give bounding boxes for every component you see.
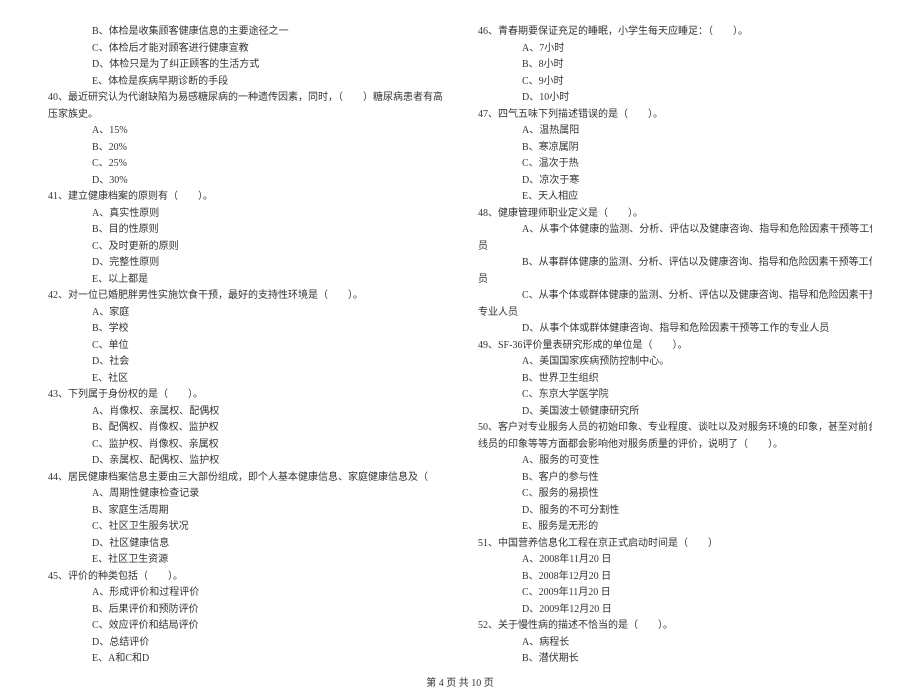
option: B、后果评价和预防评价 bbox=[48, 602, 442, 619]
left-column: B、体检是收集顾客健康信息的主要途径之一 C、体检后才能对顾客进行健康宣教 D、… bbox=[48, 24, 442, 668]
option: D、凉次于寒 bbox=[478, 173, 872, 190]
option: A、15% bbox=[48, 123, 442, 140]
option: A、真实性原则 bbox=[48, 206, 442, 223]
option: A、肖像权、亲属权、配偶权 bbox=[48, 404, 442, 421]
option: E、以上都是 bbox=[48, 272, 442, 289]
option: A、周期性健康检查记录 bbox=[48, 486, 442, 503]
option: C、效应评价和结局评价 bbox=[48, 618, 442, 635]
option: B、潜伏期长 bbox=[478, 651, 872, 668]
question-46-stem: 46、青春期要保证充足的睡眠，小学生每天应睡足：（ ）。 bbox=[478, 24, 872, 41]
option: E、社区 bbox=[48, 371, 442, 388]
question-45-stem: 45、评价的种类包括（ ）。 bbox=[48, 569, 442, 586]
option: B、20% bbox=[48, 140, 442, 157]
option: B、世界卫生组织 bbox=[478, 371, 872, 388]
option: B、8小时 bbox=[478, 57, 872, 74]
option: D、30% bbox=[48, 173, 442, 190]
option: C、25% bbox=[48, 156, 442, 173]
option: A、服务的可变性 bbox=[478, 453, 872, 470]
option: D、社区健康信息 bbox=[48, 536, 442, 553]
option: E、体检是疾病早期诊断的手段 bbox=[48, 74, 442, 91]
option-cont: 专业人员 bbox=[478, 305, 872, 322]
option: B、2008年12月20 日 bbox=[478, 569, 872, 586]
option: D、亲属权、配偶权、监护权 bbox=[48, 453, 442, 470]
option: C、体检后才能对顾客进行健康宣教 bbox=[48, 41, 442, 58]
option: C、温次于热 bbox=[478, 156, 872, 173]
page-content: B、体检是收集顾客健康信息的主要途径之一 C、体检后才能对顾客进行健康宣教 D、… bbox=[48, 24, 872, 668]
question-42-stem: 42、对一位已婚肥胖男性实施饮食干预，最好的支持性环境是（ ）。 bbox=[48, 288, 442, 305]
option: D、美国波士顿健康研究所 bbox=[478, 404, 872, 421]
question-50-stem: 50、客户对专业服务人员的初始印象、专业程度、谈吐以及对服务环境的印象，甚至对前… bbox=[478, 420, 872, 437]
question-40-stem-cont: 压家族史。 bbox=[48, 107, 442, 124]
option: B、配偶权、肖像权、监护权 bbox=[48, 420, 442, 437]
option: C、及时更新的原则 bbox=[48, 239, 442, 256]
option: B、学校 bbox=[48, 321, 442, 338]
question-50-stem-cont: 线员的印象等等方面都会影响他对服务质量的评价，说明了（ ）。 bbox=[478, 437, 872, 454]
option: D、体检只是为了纠正顾客的生活方式 bbox=[48, 57, 442, 74]
page-footer: 第 4 页 共 10 页 bbox=[48, 668, 872, 692]
option: E、A和C和D bbox=[48, 651, 442, 668]
option: C、社区卫生服务状况 bbox=[48, 519, 442, 536]
question-51-stem: 51、中国营养信息化工程在京正式启动时间是（ ） bbox=[478, 536, 872, 553]
option: A、2008年11月20 日 bbox=[478, 552, 872, 569]
question-47-stem: 47、四气五味下列描述错误的是（ ）。 bbox=[478, 107, 872, 124]
option: A、家庭 bbox=[48, 305, 442, 322]
question-41-stem: 41、建立健康档案的原则有（ ）。 bbox=[48, 189, 442, 206]
option-cont: 员 bbox=[478, 239, 872, 256]
option: C、从事个体或群体健康的监测、分析、评估以及健康咨询、指导和危险因素干预等工作的 bbox=[478, 288, 872, 305]
option: E、服务是无形的 bbox=[478, 519, 872, 536]
question-44-stem: 44、居民健康档案信息主要由三大部份组成，即个人基本健康信息、家庭健康信息及（ … bbox=[48, 470, 442, 487]
option: B、体检是收集顾客健康信息的主要途径之一 bbox=[48, 24, 442, 41]
option: D、从事个体或群体健康咨询、指导和危险因素干预等工作的专业人员 bbox=[478, 321, 872, 338]
option: D、服务的不可分割性 bbox=[478, 503, 872, 520]
option: C、9小时 bbox=[478, 74, 872, 91]
option: A、形成评价和过程评价 bbox=[48, 585, 442, 602]
option: A、美国国家疾病预防控制中心。 bbox=[478, 354, 872, 371]
option: B、从事群体健康的监测、分析、评估以及健康咨询、指导和危险因素干预等工作的专业人 bbox=[478, 255, 872, 272]
option: C、服务的易损性 bbox=[478, 486, 872, 503]
option: C、2009年11月20 日 bbox=[478, 585, 872, 602]
option-cont: 员 bbox=[478, 272, 872, 289]
option: A、7小时 bbox=[478, 41, 872, 58]
option: A、温热属阳 bbox=[478, 123, 872, 140]
question-43-stem: 43、下列属于身份权的是（ ）。 bbox=[48, 387, 442, 404]
option: C、监护权、肖像权、亲属权 bbox=[48, 437, 442, 454]
option: B、目的性原则 bbox=[48, 222, 442, 239]
question-49-stem: 49、SF-36评价量表研究形成的单位是（ ）。 bbox=[478, 338, 872, 355]
question-40-stem: 40、最近研究认为代谢缺陷为易感糖尿病的一种遗传因素，同时，（ ）糖尿病患者有高… bbox=[48, 90, 442, 107]
option: B、寒凉属阴 bbox=[478, 140, 872, 157]
option: B、家庭生活周期 bbox=[48, 503, 442, 520]
option: D、社会 bbox=[48, 354, 442, 371]
right-column: 46、青春期要保证充足的睡眠，小学生每天应睡足：（ ）。 A、7小时 B、8小时… bbox=[478, 24, 872, 668]
option: D、完整性原则 bbox=[48, 255, 442, 272]
option: B、客户的参与性 bbox=[478, 470, 872, 487]
option: D、2009年12月20 日 bbox=[478, 602, 872, 619]
question-52-stem: 52、关于慢性病的描述不恰当的是（ ）。 bbox=[478, 618, 872, 635]
option: D、总结评价 bbox=[48, 635, 442, 652]
question-48-stem: 48、健康管理师职业定义是（ ）。 bbox=[478, 206, 872, 223]
option: E、社区卫生资源 bbox=[48, 552, 442, 569]
option: A、病程长 bbox=[478, 635, 872, 652]
option: C、东京大学医学院 bbox=[478, 387, 872, 404]
option: E、天人相应 bbox=[478, 189, 872, 206]
option: A、从事个体健康的监测、分析、评估以及健康咨询、指导和危险因素干预等工作的专业人 bbox=[478, 222, 872, 239]
option: D、10小时 bbox=[478, 90, 872, 107]
option: C、单位 bbox=[48, 338, 442, 355]
